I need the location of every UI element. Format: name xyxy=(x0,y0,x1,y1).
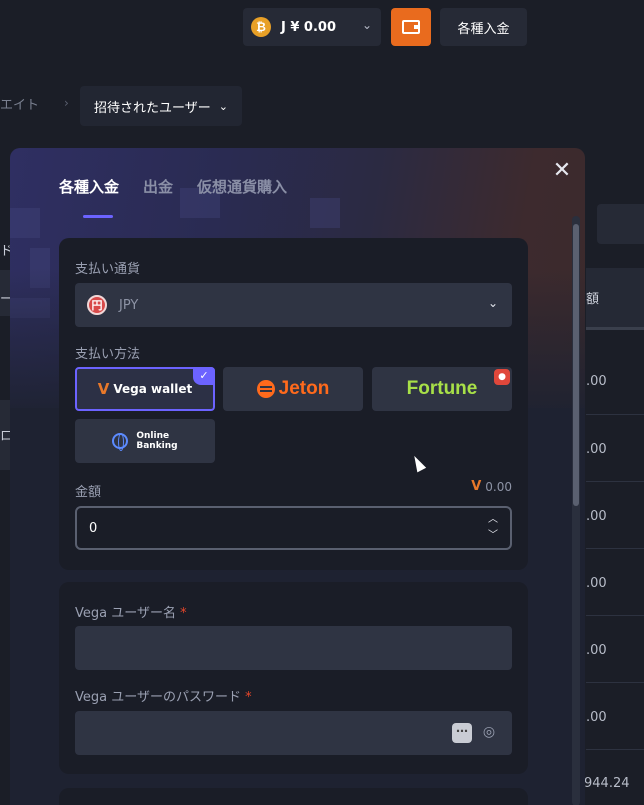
vega-username-label: Vega ユーザー名 * xyxy=(75,602,187,621)
tab-deposit[interactable]: 各種入金 xyxy=(59,176,119,218)
chevron-up-icon[interactable]: ︿ xyxy=(488,512,498,528)
breadcrumb-previous[interactable]: エイト xyxy=(0,94,39,113)
currency-select[interactable]: 円 JPY ⌄ xyxy=(75,283,512,327)
vega-username-label-text: Vega ユーザー名 xyxy=(75,606,176,621)
vega-username-field[interactable] xyxy=(75,626,512,670)
deposit-modal: 各種入金 出金 仮想通貨購入 ✕ 支払い通貨 円 JPY ⌄ 支払い方法 Ⅴ V… xyxy=(10,148,585,805)
online-banking-label: Online Banking xyxy=(136,431,177,451)
currency-label: 支払い通貨 xyxy=(75,262,141,277)
table-row-divider xyxy=(586,749,644,750)
payment-card: 支払い通貨 円 JPY ⌄ 支払い方法 Ⅴ Vega wallet ✓ Jeto… xyxy=(59,238,528,570)
jeton-logo-icon xyxy=(256,380,275,398)
table-row-divider xyxy=(586,682,644,683)
online-banking-line1: Online xyxy=(136,431,170,441)
amount-balance: Ⅴ 0.00 xyxy=(471,479,512,494)
vega-logo-icon: Ⅴ xyxy=(471,479,482,494)
balance-amount: J ¥ 0.00 xyxy=(281,19,337,35)
eye-off-icon[interactable]: ◎ xyxy=(478,723,500,741)
amount-balance-value: 0.00 xyxy=(485,479,512,494)
table-row-divider xyxy=(586,481,644,482)
balance-selector[interactable]: ₿ J ¥ 0.00 ⌄ xyxy=(243,8,381,46)
chevron-down-icon: ⌄ xyxy=(218,99,228,113)
deposit-button[interactable]: 各種入金 xyxy=(440,8,527,46)
chevron-down-icon: ⌄ xyxy=(487,296,498,310)
yen-icon: 円 xyxy=(87,295,107,315)
table-cell: .00 xyxy=(586,710,607,725)
payment-method-jeton[interactable]: Jeton xyxy=(223,367,363,411)
globe-icon xyxy=(112,433,129,451)
decor-pixel xyxy=(310,198,340,228)
breadcrumb-current-dropdown[interactable]: 招待されたユーザー ⌄ xyxy=(80,86,242,126)
vega-password-label-text: Vega ユーザーのパスワード xyxy=(75,690,241,705)
vega-password-field[interactable]: ⋯ ◎ xyxy=(75,711,512,755)
table-row-divider xyxy=(586,414,644,415)
table-cell: .00 xyxy=(586,509,607,524)
amount-stepper[interactable]: ︿ ﹀ xyxy=(488,512,498,544)
table-row-divider xyxy=(586,615,644,616)
amount-value: 0 xyxy=(89,520,98,536)
table-row-divider xyxy=(586,548,644,549)
tab-buy-crypto[interactable]: 仮想通貨購入 xyxy=(197,176,287,209)
table-column-header: 額 xyxy=(586,268,644,330)
next-card xyxy=(59,788,528,805)
required-mark: * xyxy=(180,606,187,621)
amount-input[interactable]: 0 ︿ ﹀ xyxy=(75,506,512,550)
table-cell: .00 xyxy=(586,442,607,457)
breadcrumb-separator-icon: › xyxy=(64,96,69,110)
decor-pixel xyxy=(10,208,40,238)
payment-method-fortune[interactable]: Fortune ● xyxy=(372,367,512,411)
password-manager-icon[interactable]: ⋯ xyxy=(452,723,472,743)
breadcrumb-current-label: 招待されたユーザー xyxy=(94,100,211,116)
fire-icon: ● xyxy=(494,369,510,385)
chevron-down-icon: ⌄ xyxy=(361,18,372,32)
tab-withdraw[interactable]: 出金 xyxy=(143,176,173,209)
payment-method-online-banking[interactable]: Online Banking xyxy=(75,419,215,463)
bitcoin-icon: ₿ xyxy=(251,17,271,37)
modal-tabs: 各種入金 出金 仮想通貨購入 xyxy=(59,176,287,218)
chevron-down-icon[interactable]: ﹀ xyxy=(488,528,498,544)
table-cell: .00 xyxy=(586,576,607,591)
table-cell: .00 xyxy=(586,374,607,389)
vega-logo-icon: Ⅴ xyxy=(97,380,110,398)
table-cell: .00 xyxy=(586,643,607,658)
wallet-button[interactable] xyxy=(391,8,431,46)
online-banking-line2: Banking xyxy=(136,441,178,451)
currency-value: JPY xyxy=(119,297,139,313)
fortune-label: Fortune xyxy=(406,378,478,399)
background-input[interactable] xyxy=(597,204,644,244)
column-header-label: 額 xyxy=(586,292,600,307)
check-icon: ✓ xyxy=(193,367,215,385)
scrollbar-thumb[interactable] xyxy=(573,224,579,506)
jeton-label: Jeton xyxy=(278,378,330,399)
credentials-card: Vega ユーザー名 * Vega ユーザーのパスワード * ⋯ ◎ xyxy=(59,582,528,774)
vega-password-label: Vega ユーザーのパスワード * xyxy=(75,686,252,705)
amount-label: 金額 xyxy=(75,485,102,500)
required-mark: * xyxy=(245,690,252,705)
payment-method-label: 支払い方法 xyxy=(75,347,141,362)
modal-scrollbar[interactable] xyxy=(572,216,580,805)
payment-method-vega-wallet[interactable]: Ⅴ Vega wallet ✓ xyxy=(75,367,215,411)
vega-wallet-label: Vega wallet xyxy=(113,382,193,396)
close-icon[interactable]: ✕ xyxy=(551,160,573,182)
wallet-icon xyxy=(402,20,420,34)
table-total: 944.24 xyxy=(584,776,630,791)
